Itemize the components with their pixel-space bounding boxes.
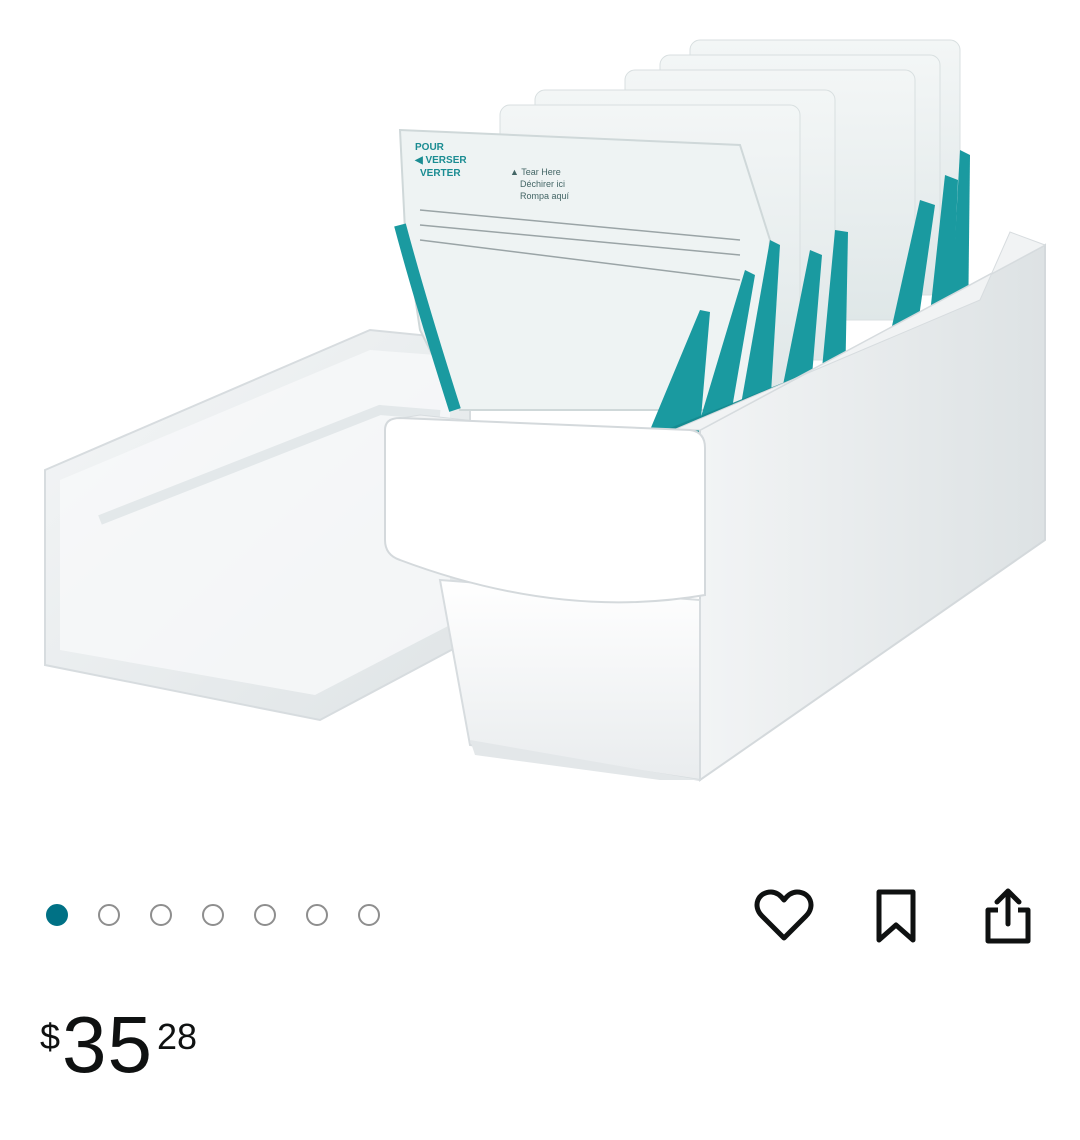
carousel-dot-1[interactable] [46, 904, 68, 926]
svg-text:Rompa aquí: Rompa aquí [520, 191, 570, 201]
carousel-dot-7[interactable] [358, 904, 380, 926]
svg-text:POUR: POUR [415, 142, 445, 153]
svg-text:▲ Tear Here: ▲ Tear Here [510, 167, 561, 177]
carousel-dot-3[interactable] [150, 904, 172, 926]
share-icon [985, 888, 1031, 944]
heart-icon [754, 889, 814, 941]
bookmark-icon [876, 889, 916, 943]
price-whole: 35 [62, 1000, 154, 1089]
carousel-dot-2[interactable] [98, 904, 120, 926]
carousel-dot-6[interactable] [306, 904, 328, 926]
carousel-dot-5[interactable] [254, 904, 276, 926]
price-fraction: 28 [157, 1016, 198, 1057]
svg-text:◀ VERSER: ◀ VERSER [414, 155, 467, 166]
carousel-dot-4[interactable] [202, 904, 224, 926]
product-actions [704, 884, 1040, 948]
product-photo: POUR ◀ VERSER VERTER ▲ Tear Here Déchire… [44, 39, 1047, 782]
product-image[interactable]: POUR ◀ VERSER VERTER ▲ Tear Here Déchire… [0, 0, 1080, 860]
save-button[interactable] [864, 884, 928, 948]
share-button[interactable] [976, 884, 1040, 948]
favorite-button[interactable] [752, 884, 816, 948]
svg-text:VERTER: VERTER [420, 168, 461, 179]
price-currency: $ [40, 1016, 61, 1057]
svg-text:Déchirer ici: Déchirer ici [520, 179, 565, 189]
price: $ 35 28 [40, 1005, 197, 1085]
carousel-indicator [46, 900, 410, 930]
